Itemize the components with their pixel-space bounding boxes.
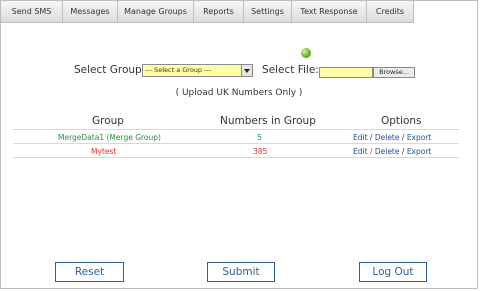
- logout-button[interactable]: Log Out: [359, 262, 427, 282]
- table-row-divider: [13, 143, 459, 144]
- group-select-value: --- Select a Group ---: [145, 66, 212, 74]
- options-separator: /: [401, 133, 405, 142]
- options-separator: /: [369, 133, 373, 142]
- group-name[interactable]: Mytest: [91, 147, 116, 156]
- delete-link[interactable]: Delete: [375, 147, 400, 156]
- group-select[interactable]: --- Select a Group ---: [142, 64, 253, 77]
- edit-link[interactable]: Edit: [353, 133, 368, 142]
- browse-button[interactable]: Browse...: [373, 67, 415, 78]
- column-header-group: Group: [92, 115, 124, 127]
- status-dot-icon: [301, 48, 311, 58]
- tab-credits[interactable]: Credits: [367, 1, 414, 22]
- submit-button[interactable]: Submit: [207, 262, 275, 282]
- tab-send-sms[interactable]: Send SMS: [1, 1, 63, 22]
- delete-link[interactable]: Delete: [375, 133, 400, 142]
- tab-text-response[interactable]: Text Response: [292, 1, 367, 22]
- table-divider: [13, 129, 459, 130]
- group-name[interactable]: MergeData1 (Merge Group): [58, 133, 161, 142]
- export-link[interactable]: Export: [407, 133, 432, 142]
- export-link[interactable]: Export: [407, 147, 432, 156]
- column-header-numbers: Numbers in Group: [220, 115, 316, 127]
- row-options: Edit / Delete / Export: [353, 133, 431, 142]
- column-header-options: Options: [381, 115, 422, 127]
- tab-settings[interactable]: Settings: [244, 1, 292, 22]
- chevron-down-icon[interactable]: [241, 65, 252, 76]
- options-separator: /: [401, 147, 405, 156]
- select-group-label: Select Group:: [74, 64, 146, 76]
- group-count: 385: [253, 147, 268, 156]
- file-path-field[interactable]: [319, 67, 373, 78]
- row-options: Edit / Delete / Export: [353, 147, 431, 156]
- table-row-divider: [13, 157, 459, 158]
- group-count: 5: [257, 133, 262, 142]
- upload-hint: ( Upload UK Numbers Only ): [175, 88, 303, 98]
- app-window: Send SMS Messages Manage Groups Reports …: [0, 0, 478, 289]
- options-separator: /: [369, 147, 373, 156]
- reset-button[interactable]: Reset: [55, 262, 124, 282]
- select-file-label: Select File:: [262, 64, 319, 76]
- tab-messages[interactable]: Messages: [63, 1, 118, 22]
- tab-reports[interactable]: Reports: [194, 1, 244, 22]
- edit-link[interactable]: Edit: [353, 147, 368, 156]
- tab-manage-groups[interactable]: Manage Groups: [118, 1, 194, 22]
- main-nav-tabs: Send SMS Messages Manage Groups Reports …: [1, 1, 414, 23]
